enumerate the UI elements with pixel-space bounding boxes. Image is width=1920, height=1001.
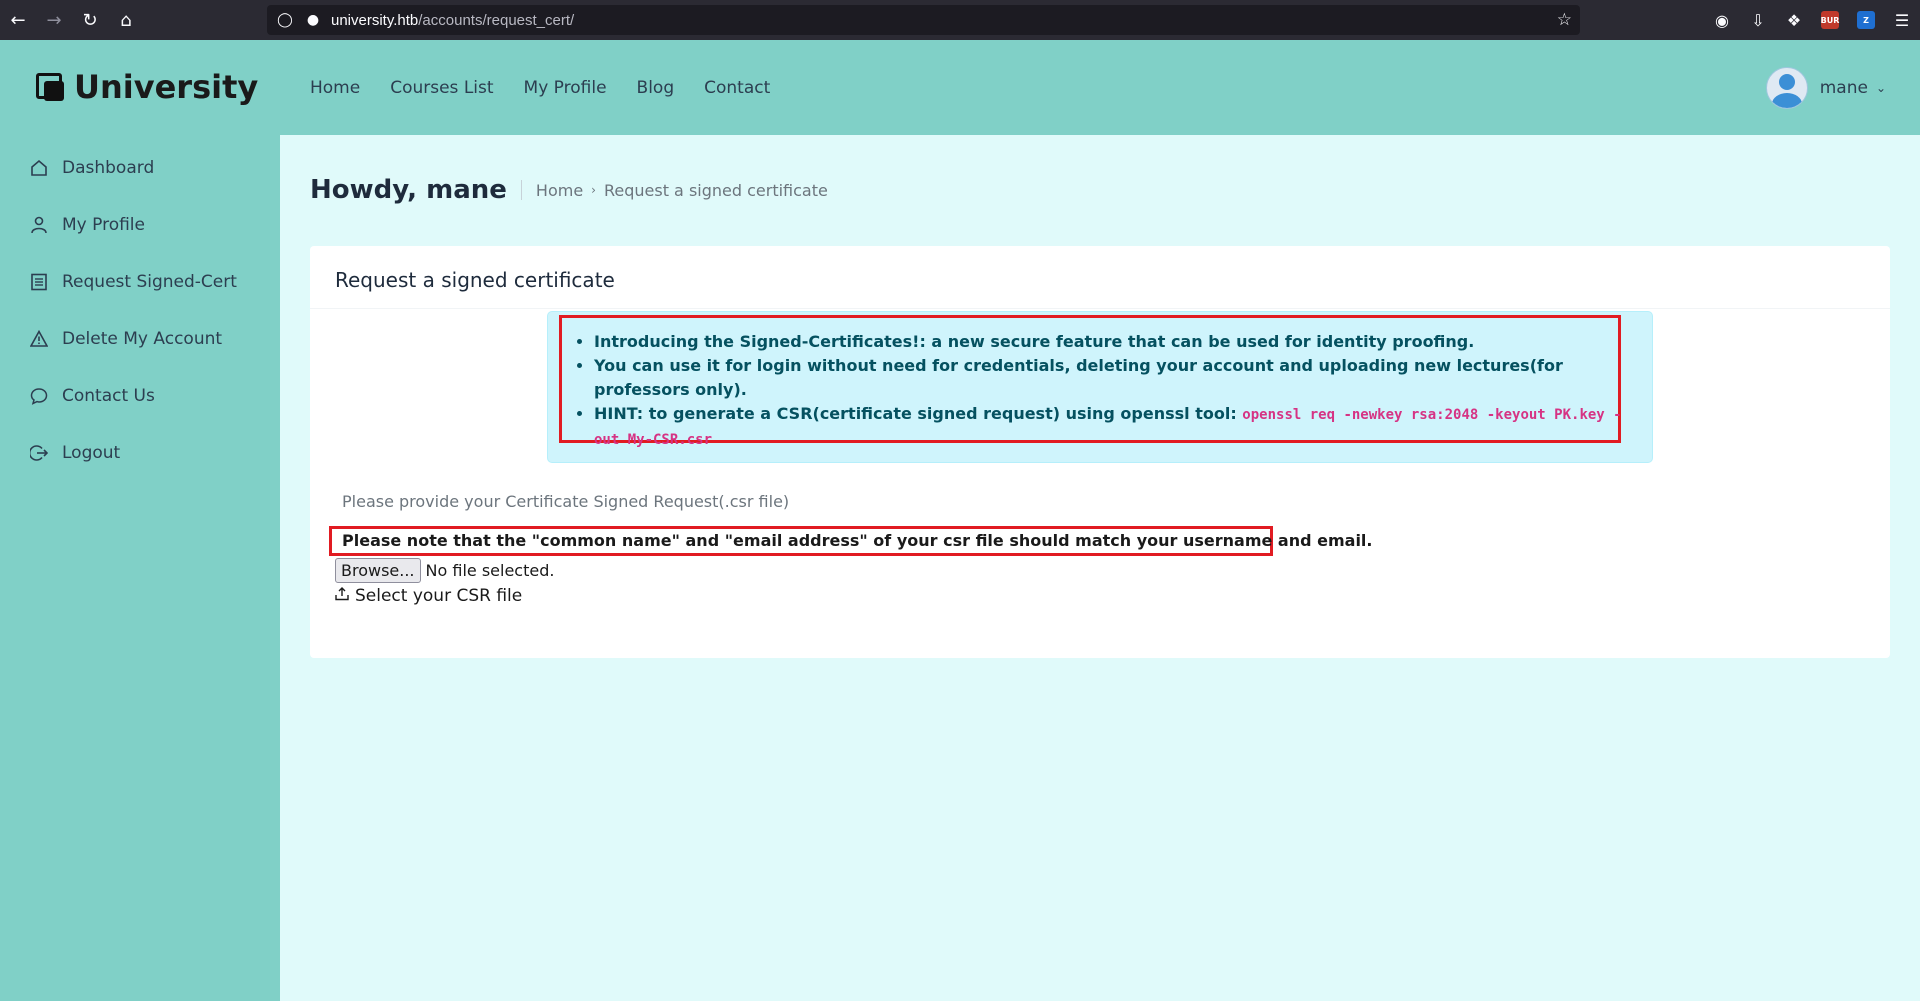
sidebar-item-my-profile[interactable]: My Profile (0, 196, 280, 253)
nav-blog[interactable]: Blog (637, 78, 675, 98)
sidebar-item-label: Delete My Account (62, 328, 223, 349)
url-path: /accounts/request_cert/ (418, 11, 575, 29)
extension-z-icon[interactable]: Z (1848, 0, 1884, 40)
page-info-icon[interactable]: ● (303, 12, 323, 28)
sidebar-item-dashboard[interactable]: Dashboard (0, 139, 280, 196)
alert-item-hint: HINT: to generate a CSR(certificate sign… (594, 402, 1634, 452)
nav-my-profile[interactable]: My Profile (524, 78, 607, 98)
extensions-icon[interactable]: ❖ (1776, 0, 1812, 40)
download-icon[interactable]: ⇩ (1740, 0, 1776, 40)
breadcrumb: Home › Request a signed certificate (520, 180, 828, 200)
url-text: university.htb/accounts/request_cert/ (331, 12, 574, 29)
back-arrow-icon[interactable]: ← (0, 0, 36, 40)
select-csr-label-row[interactable]: Select your CSR file (335, 586, 522, 606)
nav-home[interactable]: Home (310, 78, 360, 98)
warning-icon (30, 329, 52, 348)
sidebar-item-contact-us[interactable]: Contact Us (0, 367, 280, 424)
nav-contact[interactable]: Contact (704, 78, 770, 98)
card-divider (310, 308, 1890, 309)
upload-icon (335, 587, 349, 605)
logout-icon (30, 444, 52, 462)
alert-item: Introducing the Signed-Certificates!: a … (594, 330, 1634, 354)
burp-extension-icon[interactable]: BUR (1812, 0, 1848, 40)
document-icon (30, 273, 52, 291)
request-cert-card: Request a signed certificate Introducing… (310, 246, 1890, 658)
sidebar-item-logout[interactable]: Logout (0, 424, 280, 481)
breadcrumb-home[interactable]: Home (536, 181, 583, 200)
forward-arrow-icon[interactable]: → (36, 0, 72, 40)
no-file-status: No file selected. (425, 561, 555, 580)
provide-csr-label: Please provide your Certificate Signed R… (342, 492, 790, 511)
logo-text: University (74, 68, 259, 106)
reload-icon[interactable]: ↻ (72, 0, 108, 40)
hamburger-menu-icon[interactable]: ☰ (1884, 0, 1920, 40)
hint-label: HINT: (594, 404, 644, 423)
extension-badge: BUR (1821, 11, 1839, 29)
csr-note-text: Please note that the "common name" and "… (342, 531, 1373, 550)
url-bar[interactable]: ◯ ● university.htb/accounts/request_cert… (267, 5, 1580, 35)
person-icon (30, 216, 52, 234)
breadcrumb-current: Request a signed certificate (603, 180, 828, 200)
card-title: Request a signed certificate (335, 268, 615, 292)
hint-text: to generate a CSR(certificate signed req… (643, 404, 1243, 423)
page-title-row: Howdy, mane Home › Request a signed cert… (310, 175, 828, 205)
user-menu[interactable]: mane ⌄ (1765, 67, 1886, 109)
home-icon[interactable]: ⌂ (108, 0, 144, 40)
main-nav: Home Courses List My Profile Blog Contac… (310, 78, 800, 98)
sidebar-item-delete-account[interactable]: Delete My Account (0, 310, 280, 367)
sidebar: Dashboard My Profile Request Signed-Cert… (0, 135, 280, 1001)
sidebar-item-label: Dashboard (62, 157, 155, 178)
file-input[interactable]: Browse... No file selected. (335, 558, 554, 583)
bookmark-star-icon[interactable]: ☆ (1557, 10, 1572, 30)
chat-icon (30, 387, 52, 405)
site-header: University Home Courses List My Profile … (0, 40, 1920, 135)
shield-icon[interactable]: ◯ (275, 12, 295, 28)
avatar (1765, 67, 1808, 109)
pocket-icon[interactable]: ◉ (1704, 0, 1740, 40)
page-title: Howdy, mane (310, 175, 507, 205)
site-logo[interactable]: University (36, 68, 258, 106)
sidebar-item-request-signed-cert[interactable]: Request Signed-Cert (0, 253, 280, 310)
sidebar-item-label: My Profile (62, 214, 145, 235)
nav-courses-list[interactable]: Courses List (390, 78, 493, 98)
sidebar-item-label: Logout (62, 442, 121, 463)
browser-toolbar: ← → ↻ ⌂ ◯ ● university.htb/accounts/requ… (0, 0, 1920, 40)
url-host: university.htb (331, 11, 419, 29)
sidebar-item-label: Request Signed-Cert (62, 271, 237, 292)
select-csr-label: Select your CSR file (355, 586, 523, 606)
alert-item: You can use it for login without need fo… (594, 354, 1634, 402)
chevron-right-icon: › (591, 183, 596, 197)
toolbar-right: ◉ ⇩ ❖ BUR Z ☰ (1704, 0, 1920, 40)
browse-button[interactable]: Browse... (335, 558, 421, 583)
house-icon (30, 159, 52, 177)
alert-list: Introducing the Signed-Certificates!: a … (570, 330, 1634, 452)
sidebar-item-label: Contact Us (62, 385, 155, 406)
username-label: mane (1819, 78, 1868, 98)
chevron-down-icon: ⌄ (1875, 81, 1886, 95)
logo-squares-icon (36, 73, 64, 101)
info-alert: Introducing the Signed-Certificates!: a … (547, 311, 1653, 463)
